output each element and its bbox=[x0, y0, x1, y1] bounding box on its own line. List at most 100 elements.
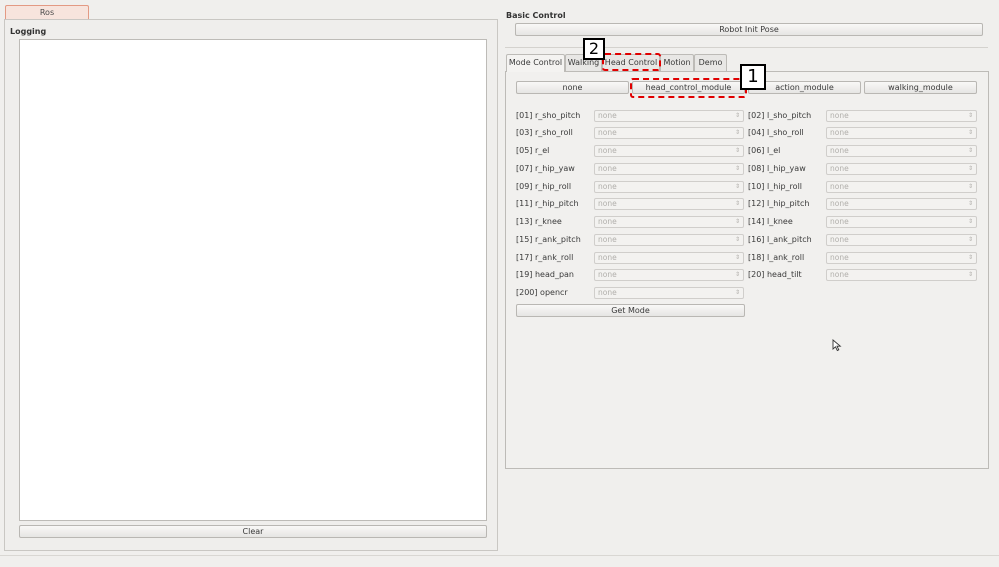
joint-label: [04] l_sho_roll bbox=[748, 128, 804, 137]
joint-mode-value: none bbox=[598, 199, 617, 208]
up-down-arrow-icon: ⇕ bbox=[967, 147, 973, 154]
joint-mode-value: none bbox=[598, 128, 617, 137]
joint-mode-select[interactable]: none ⇕ bbox=[594, 287, 744, 299]
up-down-arrow-icon: ⇕ bbox=[734, 218, 740, 225]
joint-mode-value: none bbox=[598, 182, 617, 191]
joint-mode-select[interactable]: none ⇕ bbox=[594, 234, 744, 246]
up-down-arrow-icon: ⇕ bbox=[734, 289, 740, 296]
robot-init-pose-button[interactable]: Robot Init Pose bbox=[515, 23, 983, 36]
status-bar-divider bbox=[0, 555, 999, 556]
joint-mode-value: none bbox=[598, 164, 617, 173]
annotation-number-2: 2 bbox=[583, 38, 605, 60]
joint-mode-select[interactable]: none ⇕ bbox=[826, 252, 977, 264]
joint-mode-value: none bbox=[830, 235, 849, 244]
joint-mode-value: none bbox=[830, 199, 849, 208]
annotation-box-head-control-module bbox=[630, 78, 747, 98]
joint-label: [18] l_ank_roll bbox=[748, 253, 805, 262]
joint-mode-select[interactable]: none ⇕ bbox=[594, 110, 744, 122]
joint-mode-value: none bbox=[830, 146, 849, 155]
up-down-arrow-icon: ⇕ bbox=[734, 112, 740, 119]
joint-mode-select[interactable]: none ⇕ bbox=[826, 127, 977, 139]
joint-mode-value: none bbox=[830, 217, 849, 226]
up-down-arrow-icon: ⇕ bbox=[967, 254, 973, 261]
joint-mode-select[interactable]: none ⇕ bbox=[826, 181, 977, 193]
tab-demo[interactable]: Demo bbox=[694, 54, 727, 71]
walking-module-button[interactable]: walking_module bbox=[864, 81, 977, 94]
up-down-arrow-icon: ⇕ bbox=[967, 129, 973, 136]
joint-mode-value: none bbox=[598, 270, 617, 279]
joint-label: [09] r_hip_roll bbox=[516, 182, 572, 191]
joint-label: [08] l_hip_yaw bbox=[748, 164, 806, 173]
joint-mode-value: none bbox=[830, 270, 849, 279]
joint-label: [17] r_ank_roll bbox=[516, 253, 574, 262]
up-down-arrow-icon: ⇕ bbox=[967, 236, 973, 243]
none-module-button[interactable]: none bbox=[516, 81, 629, 94]
logging-label: Logging bbox=[10, 27, 47, 36]
joint-label: [10] l_hip_roll bbox=[748, 182, 803, 191]
joint-label: [19] head_pan bbox=[516, 270, 574, 279]
joint-mode-value: none bbox=[598, 235, 617, 244]
joint-label: [16] l_ank_pitch bbox=[748, 235, 812, 244]
clear-button[interactable]: Clear bbox=[19, 525, 487, 538]
joint-label: [01] r_sho_pitch bbox=[516, 111, 581, 120]
joint-mode-value: none bbox=[830, 253, 849, 262]
separator bbox=[505, 47, 988, 48]
joint-mode-select[interactable]: none ⇕ bbox=[826, 110, 977, 122]
up-down-arrow-icon: ⇕ bbox=[734, 254, 740, 261]
joint-mode-value: none bbox=[598, 217, 617, 226]
up-down-arrow-icon: ⇕ bbox=[734, 183, 740, 190]
joint-label: [06] l_el bbox=[748, 146, 781, 155]
annotation-number-1: 1 bbox=[740, 64, 766, 90]
logging-text-area[interactable] bbox=[19, 39, 487, 521]
joint-mode-value: none bbox=[598, 288, 617, 297]
joint-label: [14] l_knee bbox=[748, 217, 793, 226]
up-down-arrow-icon: ⇕ bbox=[734, 236, 740, 243]
up-down-arrow-icon: ⇕ bbox=[734, 147, 740, 154]
get-mode-button[interactable]: Get Mode bbox=[516, 304, 745, 317]
joint-label: [15] r_ank_pitch bbox=[516, 235, 581, 244]
up-down-arrow-icon: ⇕ bbox=[967, 183, 973, 190]
joint-label: [03] r_sho_roll bbox=[516, 128, 573, 137]
up-down-arrow-icon: ⇕ bbox=[734, 165, 740, 172]
joint-mode-value: none bbox=[830, 164, 849, 173]
up-down-arrow-icon: ⇕ bbox=[734, 129, 740, 136]
joint-mode-select[interactable]: none ⇕ bbox=[594, 269, 744, 281]
joint-label: [13] r_knee bbox=[516, 217, 562, 226]
joint-label: [07] r_hip_yaw bbox=[516, 164, 575, 173]
mouse-cursor-icon bbox=[832, 339, 842, 352]
joint-mode-value: none bbox=[598, 111, 617, 120]
tab-motion[interactable]: Motion bbox=[660, 54, 694, 71]
joint-mode-select[interactable]: none ⇕ bbox=[594, 145, 744, 157]
up-down-arrow-icon: ⇕ bbox=[967, 271, 973, 278]
joint-mode-select[interactable]: none ⇕ bbox=[826, 216, 977, 228]
up-down-arrow-icon: ⇕ bbox=[967, 200, 973, 207]
joint-label: [12] l_hip_pitch bbox=[748, 199, 810, 208]
joint-label: [02] l_sho_pitch bbox=[748, 111, 812, 120]
joint-mode-value: none bbox=[598, 253, 617, 262]
up-down-arrow-icon: ⇕ bbox=[967, 165, 973, 172]
joint-mode-select[interactable]: none ⇕ bbox=[826, 234, 977, 246]
joint-mode-select[interactable]: none ⇕ bbox=[594, 216, 744, 228]
joint-mode-select[interactable]: none ⇕ bbox=[594, 181, 744, 193]
up-down-arrow-icon: ⇕ bbox=[734, 271, 740, 278]
joint-mode-select[interactable]: none ⇕ bbox=[826, 163, 977, 175]
tab-ros-communications[interactable]: Ros Communications bbox=[5, 5, 89, 30]
annotation-box-head-control-tab bbox=[602, 53, 661, 71]
joint-mode-value: none bbox=[830, 128, 849, 137]
joint-mode-select[interactable]: none ⇕ bbox=[826, 269, 977, 281]
joint-label: [11] r_hip_pitch bbox=[516, 199, 579, 208]
joint-mode-select[interactable]: none ⇕ bbox=[594, 252, 744, 264]
joint-mode-select[interactable]: none ⇕ bbox=[594, 127, 744, 139]
joint-label: [20] head_tilt bbox=[748, 270, 802, 279]
joint-mode-select[interactable]: none ⇕ bbox=[594, 163, 744, 175]
joint-label: [05] r_el bbox=[516, 146, 550, 155]
joint-mode-select[interactable]: none ⇕ bbox=[826, 145, 977, 157]
joint-mode-value: none bbox=[830, 111, 849, 120]
tab-mode-control[interactable]: Mode Control bbox=[506, 54, 565, 72]
joint-mode-select[interactable]: none ⇕ bbox=[826, 198, 977, 210]
up-down-arrow-icon: ⇕ bbox=[967, 218, 973, 225]
joint-mode-select[interactable]: none ⇕ bbox=[594, 198, 744, 210]
joint-mode-value: none bbox=[830, 182, 849, 191]
up-down-arrow-icon: ⇕ bbox=[967, 112, 973, 119]
joint-label: [200] opencr bbox=[516, 288, 568, 297]
